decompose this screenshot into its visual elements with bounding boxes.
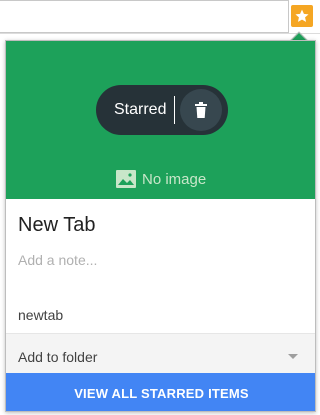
no-image-placeholder: No image bbox=[116, 169, 206, 189]
thumbnail-area: Starred No image bbox=[6, 41, 315, 199]
delete-button[interactable] bbox=[180, 89, 222, 131]
star-bubble: Starred No image New Tab newtab Add to f… bbox=[5, 40, 316, 412]
star-button[interactable] bbox=[291, 5, 313, 27]
starred-pill: Starred bbox=[96, 85, 228, 135]
trash-icon bbox=[195, 102, 207, 118]
browser-toolbar bbox=[0, 0, 320, 34]
view-all-starred-button[interactable]: VIEW ALL STARRED ITEMS bbox=[6, 373, 315, 411]
note-input[interactable] bbox=[18, 249, 304, 271]
no-image-label: No image bbox=[142, 170, 207, 188]
pill-divider bbox=[174, 96, 175, 124]
star-icon bbox=[295, 9, 309, 22]
chevron-down-icon bbox=[288, 354, 298, 359]
bookmark-url: newtab bbox=[18, 307, 64, 323]
bookmark-title[interactable]: New Tab bbox=[18, 213, 95, 237]
folder-dropdown[interactable]: Add to folder bbox=[6, 333, 315, 373]
address-bar[interactable] bbox=[0, 0, 289, 33]
page-background-right bbox=[316, 34, 320, 415]
image-icon bbox=[116, 170, 136, 188]
starred-label: Starred bbox=[114, 101, 167, 118]
folder-label: Add to folder bbox=[18, 349, 98, 365]
